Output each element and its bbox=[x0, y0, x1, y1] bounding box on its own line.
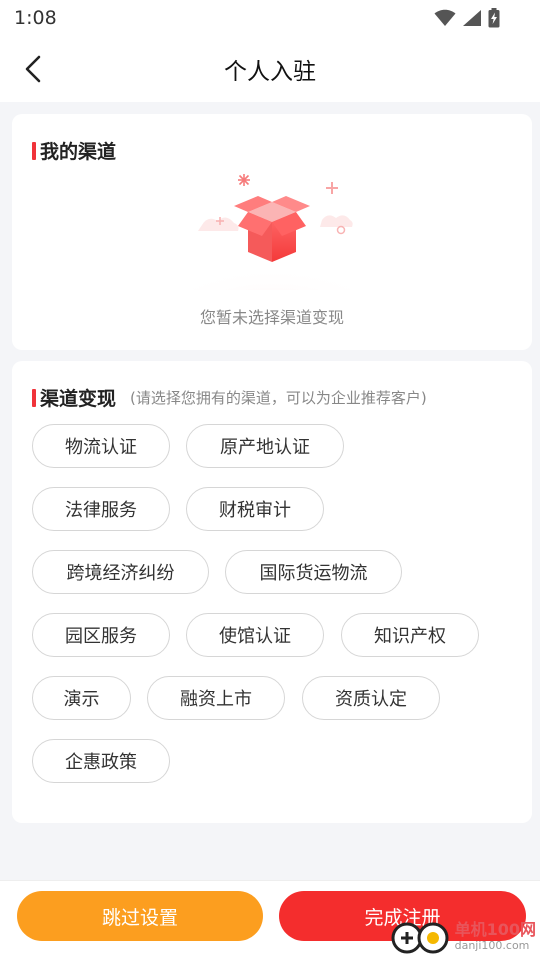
channel-chip[interactable]: 知识产权 bbox=[341, 613, 479, 657]
status-bar: 1:08 bbox=[0, 0, 540, 36]
my-channels-card: 我的渠道 您暂未选择渠道变现 bbox=[12, 114, 532, 350]
status-icons bbox=[434, 8, 500, 28]
channel-chip[interactable]: 法律服务 bbox=[32, 487, 170, 531]
channel-monetize-header: 渠道变现 (请选择您拥有的渠道，可以为企业推荐客户) bbox=[32, 384, 427, 411]
channel-chip[interactable]: 物流认证 bbox=[32, 424, 170, 468]
section-marker bbox=[32, 141, 36, 160]
channel-chip[interactable]: 原产地认证 bbox=[186, 424, 344, 468]
channel-chip[interactable]: 企惠政策 bbox=[32, 739, 170, 783]
channel-monetize-card: 渠道变现 (请选择您拥有的渠道，可以为企业推荐客户) 物流认证 原产地认证 法律… bbox=[12, 361, 532, 823]
empty-box-illustration bbox=[172, 174, 372, 290]
watermark-text: 单机100网 danji100.com bbox=[454, 919, 536, 952]
site-watermark: 单机100网 danji100.com bbox=[389, 917, 536, 955]
watermark-sub: danji100.com bbox=[454, 938, 530, 952]
watermark-main: 单机100网 bbox=[454, 919, 536, 939]
empty-state-text: 您暂未选择渠道变现 bbox=[199, 308, 344, 327]
section-marker bbox=[32, 388, 36, 407]
channel-chip[interactable]: 融资上市 bbox=[147, 676, 285, 720]
channel-chip[interactable]: 国际货运物流 bbox=[225, 550, 402, 594]
channel-chip[interactable]: 财税审计 bbox=[186, 487, 324, 531]
channel-chip[interactable]: 使馆认证 bbox=[186, 613, 324, 657]
channel-chip[interactable]: 园区服务 bbox=[32, 613, 170, 657]
my-channels-title: 我的渠道 bbox=[40, 141, 117, 163]
page-title: 个人入驻 bbox=[224, 59, 316, 85]
battery-icon bbox=[488, 8, 500, 28]
channel-chip[interactable]: 演示 bbox=[32, 676, 131, 720]
watermark-logo-icon bbox=[391, 922, 449, 954]
channel-chip[interactable]: 跨境经济纠纷 bbox=[32, 550, 209, 594]
status-time: 1:08 bbox=[14, 7, 57, 29]
channel-monetize-title: 渠道变现 bbox=[40, 388, 117, 410]
skip-setup-button[interactable]: 跳过设置 bbox=[17, 891, 263, 941]
nav-bar: 个人入驻 bbox=[0, 36, 540, 102]
channel-chip[interactable]: 资质认定 bbox=[302, 676, 440, 720]
signal-icon bbox=[463, 10, 481, 26]
my-channels-header: 我的渠道 bbox=[32, 137, 116, 164]
wifi-icon bbox=[434, 9, 456, 26]
channel-monetize-hint: (请选择您拥有的渠道，可以为企业推荐客户) bbox=[130, 389, 427, 407]
